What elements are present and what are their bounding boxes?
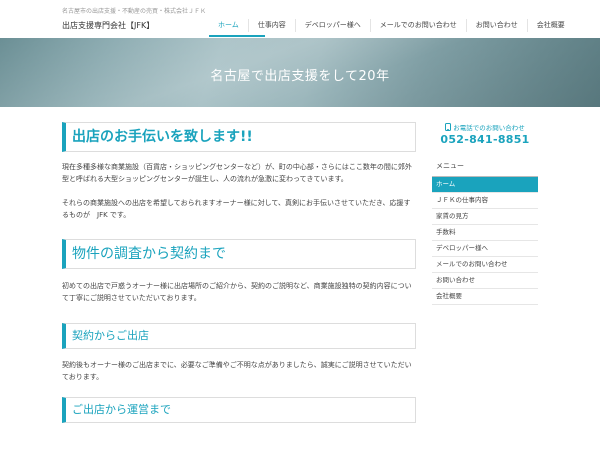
nav-item-developers[interactable]: デベロッパー様へ (294, 19, 370, 32)
main-nav: ホーム 仕事内容 デベロッパー様へ メールでのお問い合わせ お問い合わせ 会社概… (209, 19, 574, 32)
hero-title: 名古屋で出店支援をして20年 (210, 69, 390, 84)
menu-item-rent-guide[interactable]: 家賃の見方 (432, 209, 538, 225)
nav-item-email-contact[interactable]: メールでのお問い合わせ (369, 19, 466, 32)
section-paragraph: それらの商業施設への出店を希望しておられますオーナー様に対して、真剣にお手伝いさ… (62, 199, 411, 219)
section-paragraph: 初めての出店で戸惑うオーナー様に出店場所のご紹介から、契約のご説明など、商業施設… (62, 282, 412, 302)
hero-banner: 名古屋で出店支援をして20年 (0, 38, 600, 107)
section-heading-survey: 物件の調査から契約まで (62, 239, 416, 269)
nav-item-company[interactable]: 会社概要 (526, 19, 574, 32)
menu-item-jfk-services[interactable]: ＪＦＫの仕事内容 (432, 193, 538, 209)
menu-item-email-contact[interactable]: メールでのお問い合わせ (432, 257, 538, 273)
nav-item-services[interactable]: 仕事内容 (247, 19, 295, 32)
nav-item-contact[interactable]: お問い合わせ (465, 19, 527, 32)
phone-number[interactable]: 052-841-8851 (432, 133, 538, 146)
section-heading-contract: 契約からご出店 (62, 323, 416, 349)
menu-item-company[interactable]: 会社概要 (432, 289, 538, 305)
section-heading-operation: ご出店から運営まで (62, 397, 416, 423)
main-content: 出店のお手伝いを致します!! 現在多種多様な商業施設（百貨店・ショッピングセンタ… (62, 122, 416, 423)
menu-title: メニュー (432, 161, 538, 177)
nav-active-underline (209, 35, 265, 37)
section-paragraph: 契約後もオーナー様のご出店までに、必要なご準備やご不明な点がありましたら、誠実に… (62, 361, 412, 381)
menu-item-home[interactable]: ホーム (432, 177, 538, 193)
menu-item-fees[interactable]: 手数料 (432, 225, 538, 241)
menu-item-contact[interactable]: お問い合わせ (432, 273, 538, 289)
site-title[interactable]: 出店支援専門会社【JFK】 (62, 20, 154, 31)
sidebar: お電話でのお問い合わせ 052-841-8851 メニュー ホーム ＪＦＫの仕事… (432, 122, 538, 305)
phone-label: お電話でのお問い合わせ (432, 122, 538, 132)
section-heading-support: 出店のお手伝いを致します!! (62, 122, 416, 152)
phone-label-text: お電話でのお問い合わせ (453, 124, 525, 132)
nav-item-home[interactable]: ホーム (209, 19, 248, 32)
menu-item-developers[interactable]: デベロッパー様へ (432, 241, 538, 257)
section-paragraph: 現在多種多様な商業施設（百貨店・ショッピングセンターなど）が、町の中心部・さらに… (62, 163, 412, 183)
header-tagline: 名古屋市の出店支援・不動産の売買・株式会社ＪＦＫ (62, 8, 207, 15)
